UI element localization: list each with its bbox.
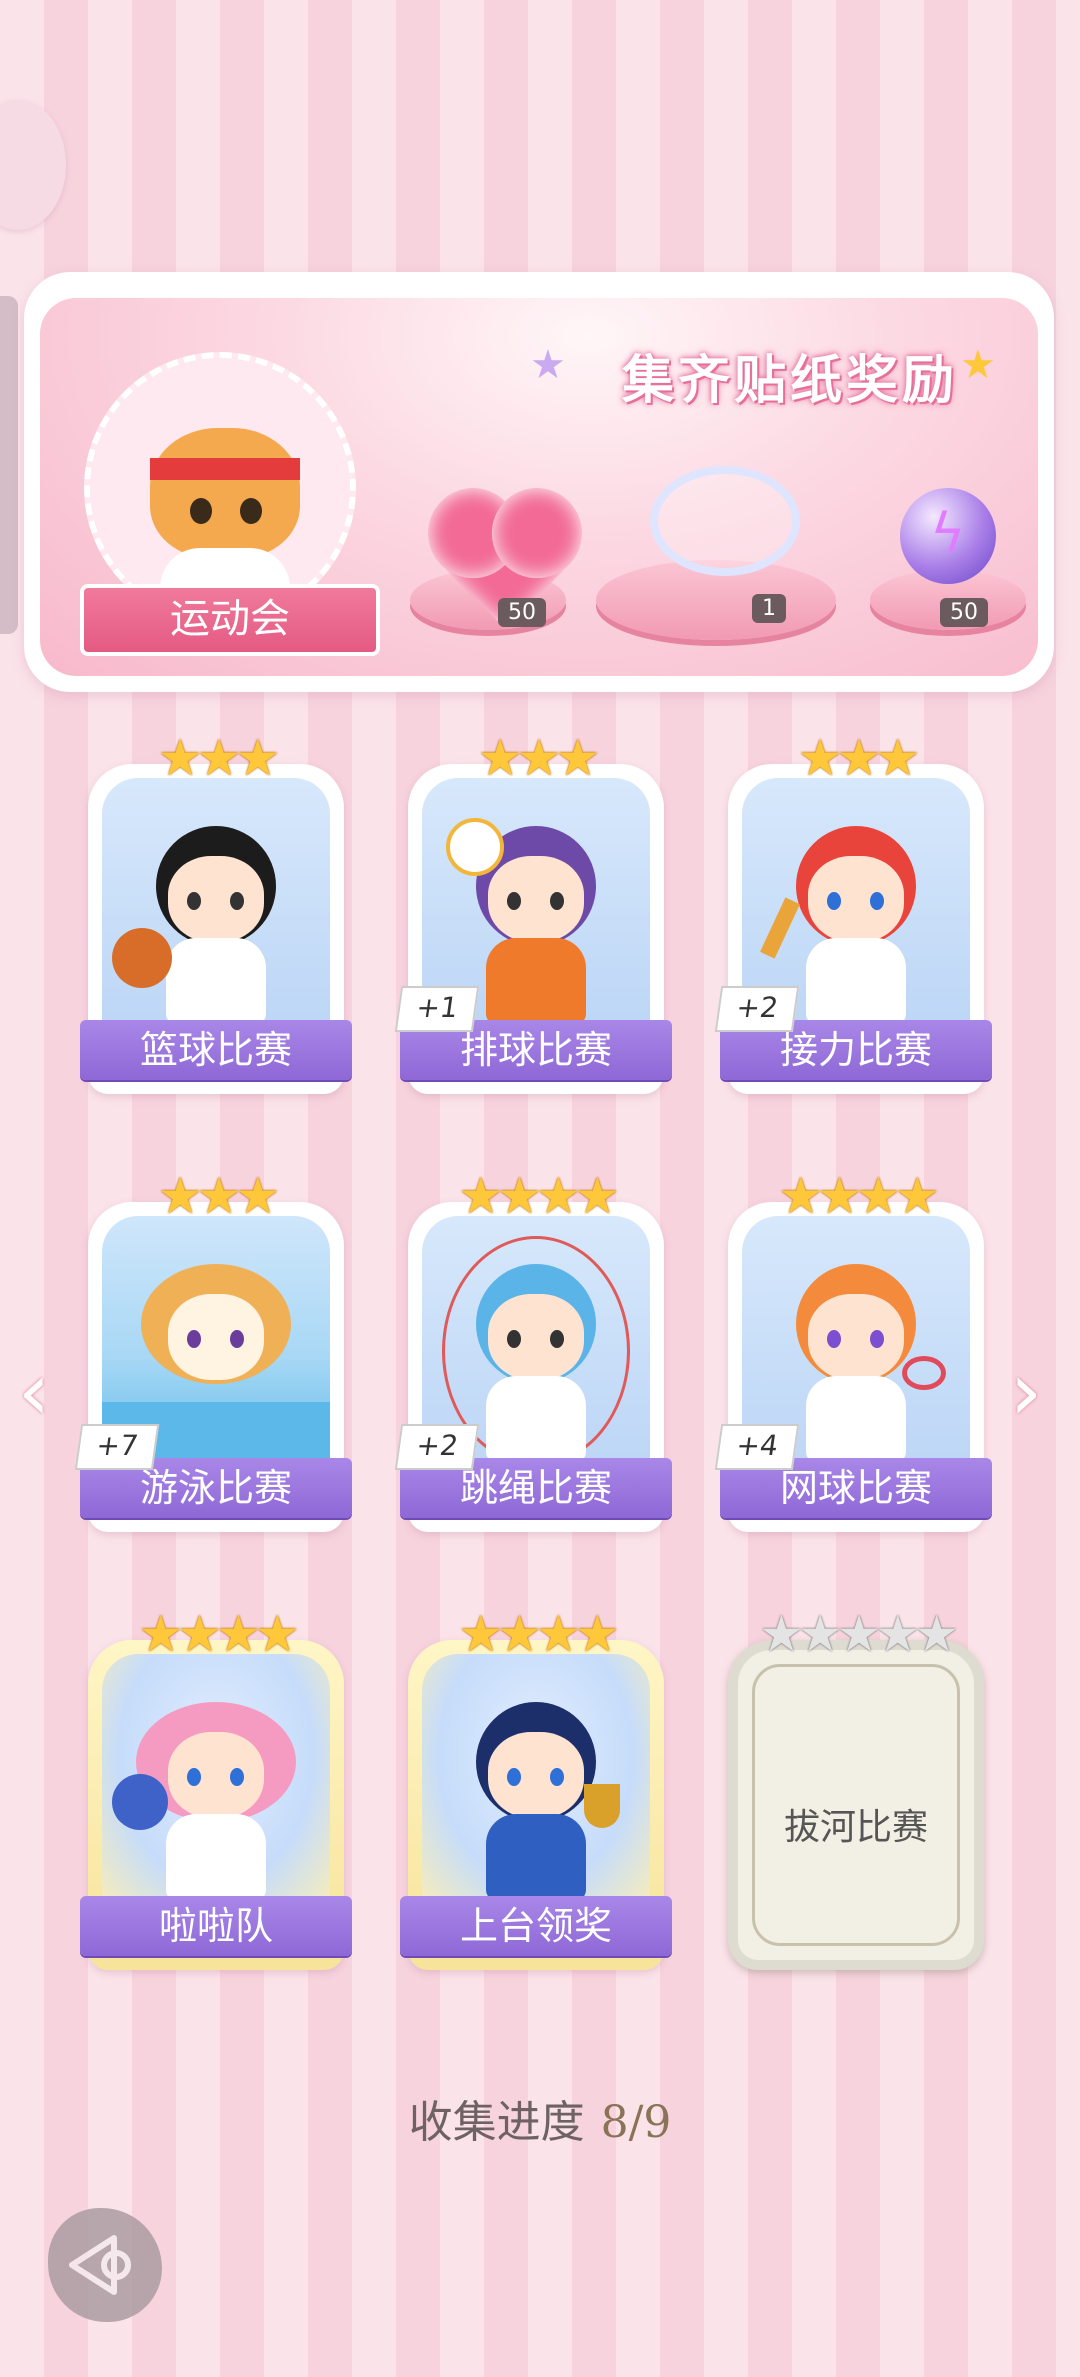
star-rating: ★★★★ — [458, 1167, 619, 1225]
bonus-badge: +4 — [714, 1424, 800, 1470]
lightning-orb-icon[interactable]: ϟ — [900, 488, 996, 584]
star-rating: ★★★★ — [458, 1605, 619, 1663]
sticker-card[interactable]: 啦啦队 ★★★★ — [80, 1606, 352, 1970]
sticker-card[interactable]: 篮球比赛 ★★★ — [80, 730, 352, 1094]
back-button[interactable] — [48, 2208, 162, 2322]
star-rating: ★★★★ — [138, 1605, 299, 1663]
purple-star-icon: ★ — [530, 342, 566, 388]
sticker-image — [102, 1654, 330, 1910]
card-label: 啦啦队 — [80, 1896, 352, 1956]
star-rating: ★★★ — [157, 1167, 280, 1225]
card-label: 篮球比赛 — [80, 1020, 352, 1080]
volleyball-icon — [446, 818, 504, 876]
bonus-badge: +7 — [74, 1424, 160, 1470]
prev-page-arrow[interactable]: ‹ — [18, 1352, 50, 1432]
reward-count: 50 — [940, 598, 988, 627]
basketball-icon — [112, 928, 172, 988]
sticker-card[interactable]: 跳绳比赛 +2 ★★★★ — [394, 1168, 672, 1532]
reward-count: 50 — [498, 598, 546, 627]
tennis-racket-icon — [902, 1356, 946, 1390]
sticker-image — [102, 778, 330, 1034]
star-rating: ★★★★ — [778, 1167, 939, 1225]
sticker-image — [422, 1654, 650, 1910]
progress-value: 8/9 — [600, 2097, 672, 2148]
progress-label: 收集进度 — [408, 2097, 585, 2148]
sticker-card-locked[interactable]: 拔河比赛 ★★★★★ — [728, 1606, 984, 1970]
star-rating: ★★★ — [797, 729, 920, 787]
sticker-card[interactable]: 网球比赛 +4 ★★★★ — [714, 1168, 992, 1532]
collection-progress: 收集进度 8/9 — [0, 2086, 1080, 2150]
back-arrow-icon — [69, 2235, 131, 2295]
star-rating: ★★★ — [477, 729, 600, 787]
baton-icon — [760, 897, 800, 959]
ribbon-bow-icon[interactable] — [650, 466, 800, 576]
menu-fan-button[interactable] — [0, 100, 66, 230]
bonus-badge: +2 — [714, 986, 800, 1032]
star-rating: ★★★ — [157, 729, 280, 787]
star-rating: ★★★★★ — [758, 1605, 959, 1663]
bonus-badge: +1 — [394, 986, 480, 1032]
reward-count: 1 — [752, 594, 786, 623]
next-page-arrow[interactable]: › — [1010, 1352, 1042, 1432]
trophy-icon — [584, 1784, 620, 1828]
event-name-ribbon: 运动会 — [80, 584, 380, 656]
pompom-icon — [112, 1774, 168, 1830]
sticker-card[interactable]: 游泳比赛 +7 ★★★ — [74, 1168, 352, 1532]
sticker-card[interactable]: 排球比赛 +1 ★★★ — [394, 730, 672, 1094]
card-label: 上台领奖 — [400, 1896, 672, 1956]
sticker-card[interactable]: 接力比赛 +2 ★★★ — [714, 730, 992, 1094]
banner-title: 集齐贴纸奖励 — [621, 350, 958, 411]
sticker-card[interactable]: 上台领奖 ★★★★ — [400, 1606, 672, 1970]
gold-star-icon: ★ — [960, 342, 996, 388]
bonus-badge: +2 — [394, 1424, 480, 1470]
reward-banner: ★ 集齐贴纸奖励 ★ 运动会 50 1 ϟ 50 — [24, 272, 1054, 692]
card-label: 拔河比赛 — [783, 1807, 928, 1848]
side-drawer-handle[interactable] — [0, 296, 18, 634]
